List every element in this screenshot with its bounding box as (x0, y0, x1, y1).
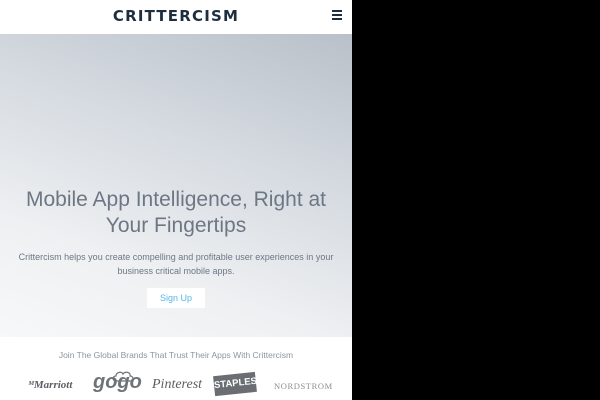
hamburger-menu-icon[interactable] (330, 8, 344, 22)
brands-title: Join The Global Brands That Trust Their … (58, 350, 294, 360)
pinterest-logo: Pinterest (152, 377, 203, 392)
hero-section: Mobile App Intelligence, Right at Your F… (0, 34, 352, 337)
marriott-logo: ᴹMarriott (28, 379, 72, 391)
gogo-logo: gogo (93, 371, 142, 393)
marriott-logo-text: Marriott (33, 379, 73, 391)
top-navbar: CRITTERCISM (0, 0, 352, 34)
staples-logo: STAPLES (213, 371, 258, 397)
nordstrom-logo: NORDSTROM (274, 381, 333, 391)
crittercism-logo[interactable]: CRITTERCISM (0, 7, 352, 25)
brands-section: Join The Global Brands That Trust Their … (0, 337, 352, 400)
hero-headline: Mobile App Intelligence, Right at Your F… (25, 188, 327, 237)
mobile-viewport: CRITTERCISM Mobile App Intelligence, Rig… (0, 0, 352, 400)
sign-up-button[interactable]: Sign Up (147, 288, 205, 308)
hero-subtext: Crittercism helps you create compelling … (18, 252, 334, 276)
